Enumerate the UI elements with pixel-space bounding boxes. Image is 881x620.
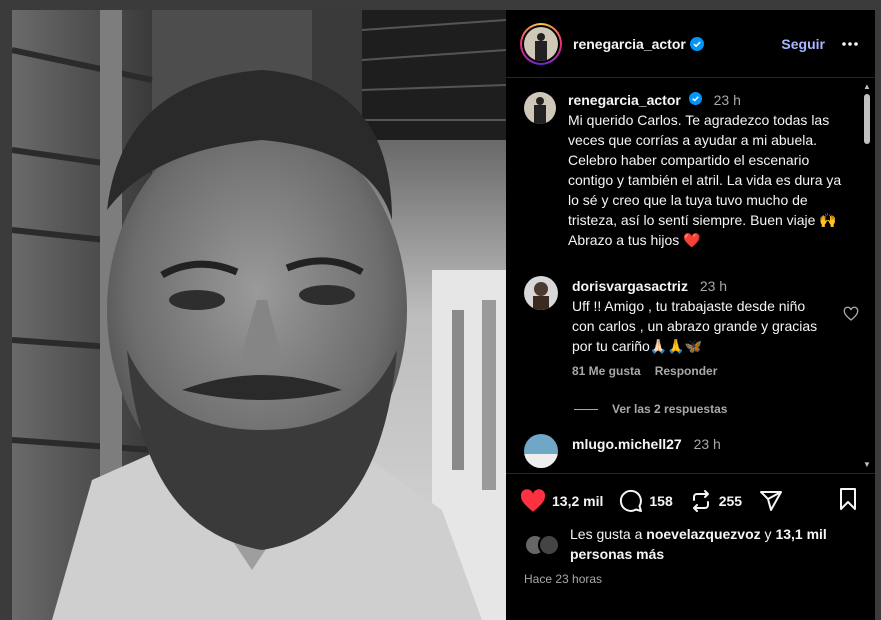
liker-avatars[interactable]: [524, 534, 560, 564]
comment-avatar[interactable]: [524, 434, 558, 468]
liker-username[interactable]: noevelazquezvoz: [646, 526, 760, 542]
scrollbar-thumb[interactable]: [864, 94, 870, 144]
comment-likes-count[interactable]: 81 Me gusta: [572, 364, 641, 378]
caption-avatar[interactable]: [524, 92, 556, 124]
comment-time[interactable]: 23 h: [694, 436, 721, 452]
selfie-image: [12, 10, 506, 620]
verified-badge-icon: [688, 92, 702, 105]
likes-prefix: Les gusta a: [570, 526, 643, 542]
scroll-down-arrow-icon[interactable]: ▼: [863, 460, 871, 469]
comment-text: Uff !! Amigo , tu trabajaste desde niño …: [572, 298, 818, 354]
comment-item: mlugo.michell27 23 h: [506, 434, 875, 468]
likes-conj: y: [764, 526, 772, 542]
scroll-up-arrow-icon[interactable]: ▲: [863, 82, 871, 91]
post-header: renegarcia_actor Seguir: [506, 10, 875, 78]
view-replies-label: Ver las 2 respuestas: [612, 402, 728, 416]
caption-time[interactable]: 23 h: [714, 92, 741, 108]
comment-like-heart-icon[interactable]: [843, 306, 859, 378]
caption-text: Mi querido Carlos. Te agradezco todas la…: [568, 112, 842, 248]
avatar: [524, 26, 558, 61]
like-count[interactable]: 13,2 mil: [552, 493, 603, 509]
more-options-icon[interactable]: [841, 41, 859, 47]
follow-button[interactable]: Seguir: [781, 36, 825, 52]
reply-button[interactable]: Responder: [655, 364, 718, 378]
like-action[interactable]: 13,2 mil: [520, 489, 603, 513]
comment-action[interactable]: 158: [619, 489, 673, 513]
comment-username[interactable]: dorisvargasactriz: [572, 278, 688, 294]
story-ring-avatar[interactable]: [520, 22, 562, 65]
share-action[interactable]: [758, 489, 790, 513]
comment-username[interactable]: mlugo.michell27: [572, 436, 682, 452]
view-replies-button[interactable]: Ver las 2 respuestas: [574, 402, 875, 416]
save-bookmark-icon[interactable]: [837, 487, 859, 516]
caption-username[interactable]: renegarcia_actor: [568, 92, 681, 108]
repost-count[interactable]: 255: [719, 493, 742, 509]
post-timestamp[interactable]: Hace 23 horas: [524, 572, 602, 586]
repost-icon[interactable]: [689, 489, 713, 513]
comment-item: dorisvargasactriz 23 h Uff !! Amigo , tu…: [506, 276, 875, 378]
comment-time[interactable]: 23 h: [700, 278, 727, 294]
comments-section[interactable]: renegarcia_actor 23 h Mi querido Carlos.…: [506, 78, 875, 474]
share-send-icon[interactable]: [758, 489, 784, 513]
comment-avatar[interactable]: [524, 276, 558, 310]
post-photo[interactable]: [12, 10, 506, 620]
caption: renegarcia_actor 23 h Mi querido Carlos.…: [506, 78, 875, 250]
action-bar: 13,2 mil 158 255: [520, 484, 859, 518]
repost-action[interactable]: 255: [689, 489, 742, 513]
likes-summary: Les gusta a noevelazquezvoz y 13,1 mil p…: [524, 524, 859, 564]
comment-count[interactable]: 158: [649, 493, 672, 509]
post-details-panel: renegarcia_actor Seguir renegarcia_actor…: [506, 10, 875, 620]
verified-badge-icon: [689, 36, 704, 51]
comment-bubble-icon[interactable]: [619, 489, 643, 513]
post-author-username[interactable]: renegarcia_actor: [573, 36, 686, 52]
heart-filled-icon[interactable]: [520, 489, 546, 513]
comments-scrollbar[interactable]: ▲ ▼: [863, 80, 871, 471]
